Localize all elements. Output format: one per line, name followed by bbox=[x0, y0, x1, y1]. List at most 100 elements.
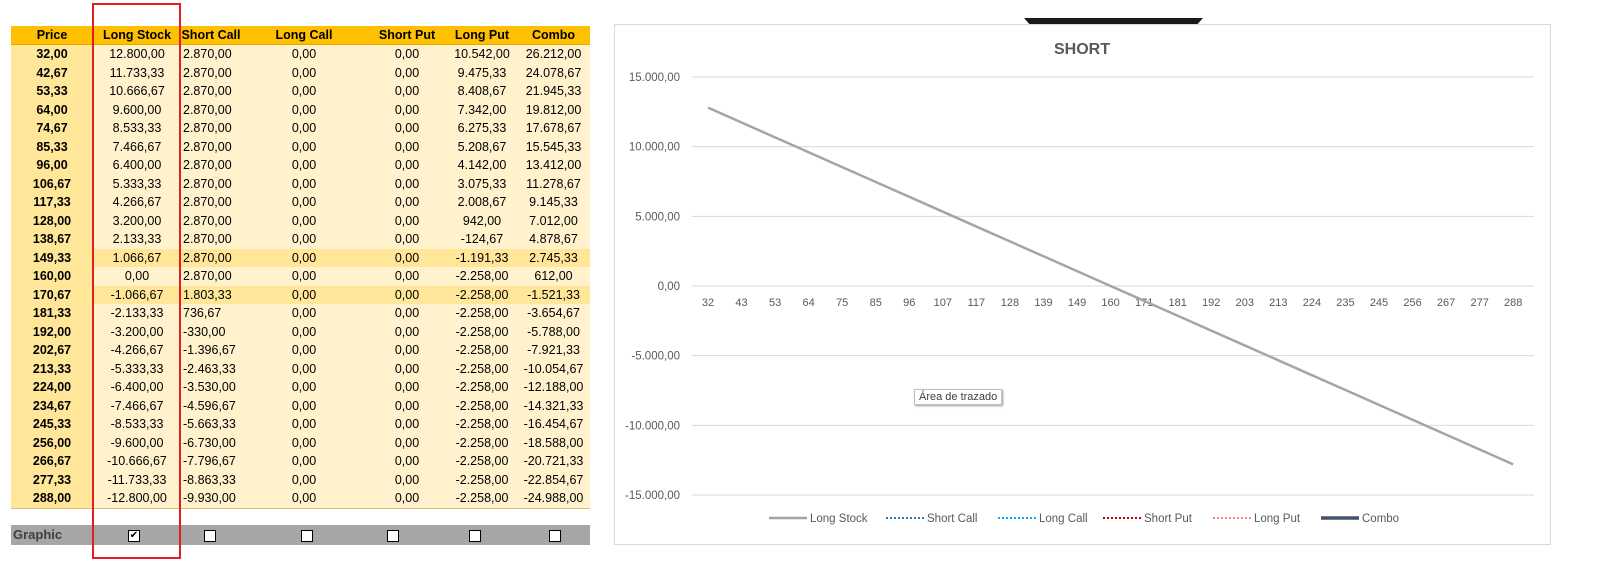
cell-combo[interactable]: 11.278,67 bbox=[517, 174, 590, 193]
cell-price[interactable]: 266,67 bbox=[11, 452, 93, 471]
cell-short-put[interactable]: 0,00 bbox=[367, 267, 447, 286]
cell-long-call[interactable]: 0,00 bbox=[241, 100, 367, 119]
cell-long-call[interactable]: 0,00 bbox=[241, 119, 367, 138]
cell-long-stock[interactable]: 10.666,67 bbox=[93, 82, 181, 101]
cell-price[interactable]: 96,00 bbox=[11, 156, 93, 175]
cell-short-put[interactable]: 0,00 bbox=[367, 156, 447, 175]
cell-long-put[interactable]: 2.008,67 bbox=[447, 193, 517, 212]
cell-long-call[interactable]: 0,00 bbox=[241, 304, 367, 323]
cell-long-call[interactable]: 0,00 bbox=[241, 211, 367, 230]
cell-long-stock[interactable]: -5.333,33 bbox=[93, 359, 181, 378]
cell-price[interactable]: 42,67 bbox=[11, 63, 93, 82]
chart-legend[interactable]: Long Stock Short Call Long Call Short Put Lo… bbox=[769, 513, 1399, 525]
cell-long-stock[interactable]: -4.266,67 bbox=[93, 341, 181, 360]
cell-combo[interactable]: -3.654,67 bbox=[517, 304, 590, 323]
cell-long-stock[interactable]: 8.533,33 bbox=[93, 119, 181, 138]
checkbox-long-put[interactable] bbox=[469, 530, 481, 542]
cell-combo[interactable]: 7.012,00 bbox=[517, 211, 590, 230]
legend-item-short-put[interactable]: Short Put bbox=[1103, 513, 1193, 525]
cell-long-stock[interactable]: -11.733,33 bbox=[93, 470, 181, 489]
legend-item-long-call[interactable]: Long Call bbox=[998, 513, 1088, 525]
cell-long-put[interactable]: 10.542,00 bbox=[447, 44, 517, 64]
cell-long-stock[interactable]: 2.133,33 bbox=[93, 230, 181, 249]
cell-combo[interactable]: -22.854,67 bbox=[517, 470, 590, 489]
cell-short-call[interactable]: 2.870,00 bbox=[181, 137, 241, 156]
cell-long-put[interactable]: 8.408,67 bbox=[447, 82, 517, 101]
cell-price[interactable]: 181,33 bbox=[11, 304, 93, 323]
cell-price[interactable]: 85,33 bbox=[11, 137, 93, 156]
cell-short-call[interactable]: 2.870,00 bbox=[181, 267, 241, 286]
cell-combo[interactable]: 15.545,33 bbox=[517, 137, 590, 156]
cell-price[interactable]: 288,00 bbox=[11, 489, 93, 509]
cell-combo[interactable]: -1.521,33 bbox=[517, 285, 590, 304]
cell-price[interactable]: 192,00 bbox=[11, 322, 93, 341]
cell-short-put[interactable]: 0,00 bbox=[367, 470, 447, 489]
cell-combo[interactable]: -12.188,00 bbox=[517, 378, 590, 397]
cell-long-put[interactable]: -2.258,00 bbox=[447, 415, 517, 434]
cell-long-stock[interactable]: 7.466,67 bbox=[93, 137, 181, 156]
cell-long-call[interactable]: 0,00 bbox=[241, 470, 367, 489]
cell-combo[interactable]: -16.454,67 bbox=[517, 415, 590, 434]
cell-long-stock[interactable]: -8.533,33 bbox=[93, 415, 181, 434]
cell-long-put[interactable]: 5.208,67 bbox=[447, 137, 517, 156]
cell-short-call[interactable]: 2.870,00 bbox=[181, 174, 241, 193]
cell-combo[interactable]: 2.745,33 bbox=[517, 248, 590, 267]
cell-short-call[interactable]: 2.870,00 bbox=[181, 44, 241, 64]
cell-combo[interactable]: -20.721,33 bbox=[517, 452, 590, 471]
cell-long-stock[interactable]: -9.600,00 bbox=[93, 433, 181, 452]
cell-combo[interactable]: -14.321,33 bbox=[517, 396, 590, 415]
cell-short-put[interactable]: 0,00 bbox=[367, 137, 447, 156]
cell-long-put[interactable]: 6.275,33 bbox=[447, 119, 517, 138]
cell-long-call[interactable]: 0,00 bbox=[241, 489, 367, 509]
cell-short-put[interactable]: 0,00 bbox=[367, 378, 447, 397]
cell-long-stock[interactable]: 3.200,00 bbox=[93, 211, 181, 230]
cell-long-stock[interactable]: -10.666,67 bbox=[93, 452, 181, 471]
header-short-call[interactable]: Short Call bbox=[181, 26, 241, 45]
cell-short-call[interactable]: -2.463,33 bbox=[181, 359, 241, 378]
cell-short-call[interactable]: -6.730,00 bbox=[181, 433, 241, 452]
header-long-put[interactable]: Long Put bbox=[447, 26, 517, 45]
cell-combo[interactable]: 9.145,33 bbox=[517, 193, 590, 212]
cell-short-call[interactable]: -3.530,00 bbox=[181, 378, 241, 397]
cell-long-call[interactable]: 0,00 bbox=[241, 248, 367, 267]
cell-long-put[interactable]: -2.258,00 bbox=[447, 452, 517, 471]
cell-long-put[interactable]: -2.258,00 bbox=[447, 378, 517, 397]
cell-long-stock[interactable]: 5.333,33 bbox=[93, 174, 181, 193]
cell-long-stock[interactable]: 4.266,67 bbox=[93, 193, 181, 212]
cell-price[interactable]: 106,67 bbox=[11, 174, 93, 193]
cell-short-put[interactable]: 0,00 bbox=[367, 396, 447, 415]
legend-item-long-put[interactable]: Long Put bbox=[1213, 513, 1301, 525]
checkbox-long-call[interactable] bbox=[301, 530, 313, 542]
checkbox-short-call[interactable] bbox=[204, 530, 216, 542]
cell-long-stock[interactable]: 6.400,00 bbox=[93, 156, 181, 175]
cell-combo[interactable]: 19.812,00 bbox=[517, 100, 590, 119]
cell-long-stock[interactable]: -1.066,67 bbox=[93, 285, 181, 304]
cell-combo[interactable]: 26.212,00 bbox=[517, 44, 590, 64]
cell-long-stock[interactable]: 12.800,00 bbox=[93, 44, 181, 64]
cell-long-stock[interactable]: -3.200,00 bbox=[93, 322, 181, 341]
cell-long-put[interactable]: -124,67 bbox=[447, 230, 517, 249]
cell-long-call[interactable]: 0,00 bbox=[241, 322, 367, 341]
cell-short-call[interactable]: 2.870,00 bbox=[181, 119, 241, 138]
header-long-call[interactable]: Long Call bbox=[241, 26, 367, 45]
cell-long-put[interactable]: -2.258,00 bbox=[447, 304, 517, 323]
cell-combo[interactable]: -10.054,67 bbox=[517, 359, 590, 378]
cell-short-put[interactable]: 0,00 bbox=[367, 248, 447, 267]
cell-short-call[interactable]: 1.803,33 bbox=[181, 285, 241, 304]
cell-short-put[interactable]: 0,00 bbox=[367, 193, 447, 212]
cell-short-put[interactable]: 0,00 bbox=[367, 63, 447, 82]
cell-short-call[interactable]: 736,67 bbox=[181, 304, 241, 323]
cell-combo[interactable]: 24.078,67 bbox=[517, 63, 590, 82]
cell-short-put[interactable]: 0,00 bbox=[367, 211, 447, 230]
cell-price[interactable]: 277,33 bbox=[11, 470, 93, 489]
cell-price[interactable]: 128,00 bbox=[11, 211, 93, 230]
cell-short-put[interactable]: 0,00 bbox=[367, 415, 447, 434]
cell-long-put[interactable]: -2.258,00 bbox=[447, 359, 517, 378]
cell-long-call[interactable]: 0,00 bbox=[241, 137, 367, 156]
cell-long-call[interactable]: 0,00 bbox=[241, 174, 367, 193]
cell-short-call[interactable]: 2.870,00 bbox=[181, 211, 241, 230]
cell-short-call[interactable]: -5.663,33 bbox=[181, 415, 241, 434]
cell-combo[interactable]: -7.921,33 bbox=[517, 341, 590, 360]
cell-long-put[interactable]: 3.075,33 bbox=[447, 174, 517, 193]
cell-long-put[interactable]: -2.258,00 bbox=[447, 285, 517, 304]
